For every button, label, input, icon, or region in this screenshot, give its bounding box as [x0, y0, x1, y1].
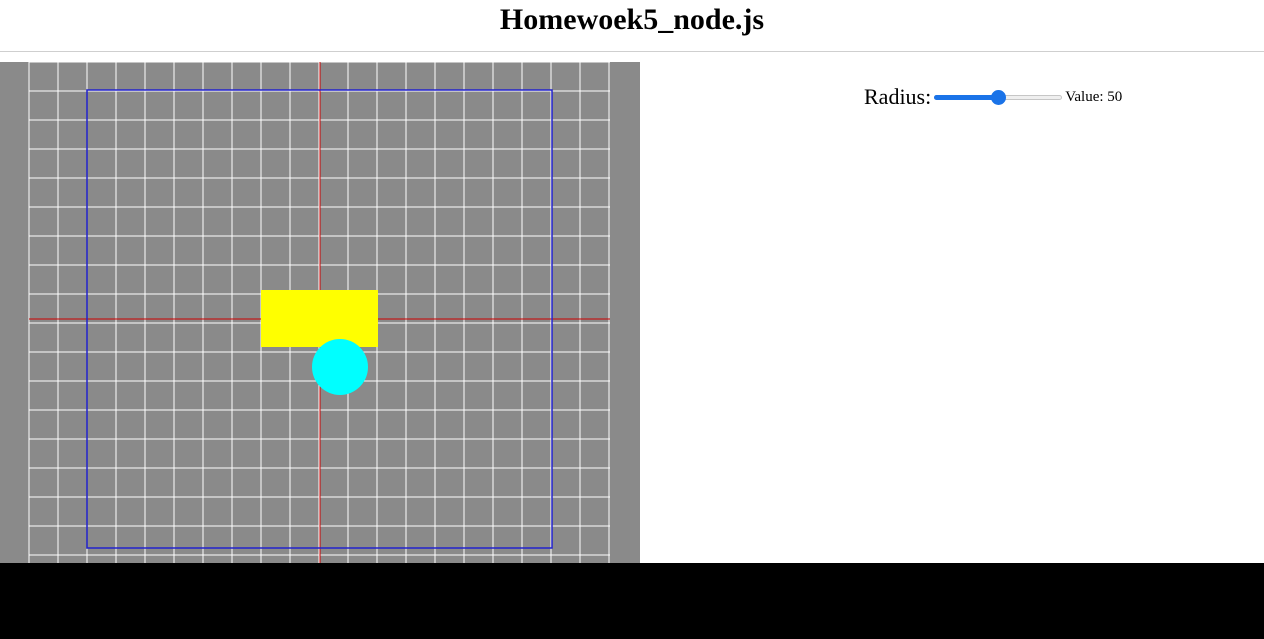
cyan-circle	[312, 339, 368, 395]
radius-slider-fill	[934, 95, 999, 100]
drawing-canvas[interactable]	[0, 62, 640, 563]
title-divider	[0, 51, 1264, 52]
radius-control: Radius: Value: 50	[864, 84, 1122, 110]
radius-label: Radius:	[864, 84, 932, 109]
yellow-rectangle	[261, 290, 378, 347]
radius-value-label: Value: 50	[1065, 88, 1123, 105]
radius-slider-thumb[interactable]	[991, 90, 1007, 105]
bottom-black-region	[0, 563, 1264, 639]
page-title: Homewoek5_node.js	[499, 3, 765, 36]
canvas-svg[interactable]	[0, 62, 640, 563]
radius-slider[interactable]	[934, 87, 1063, 107]
